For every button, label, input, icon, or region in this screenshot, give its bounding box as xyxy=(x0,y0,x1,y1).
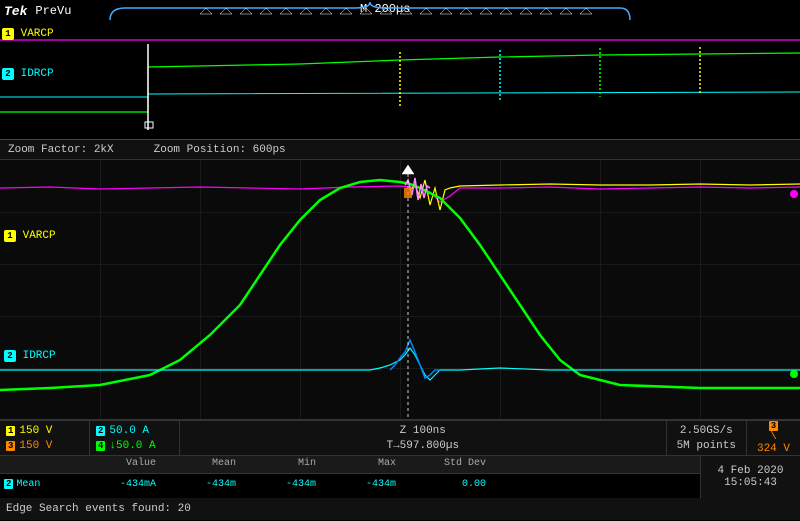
status-z-time: Z 100ns xyxy=(400,425,446,437)
status-left-channels: 1 150 V 3 150 V xyxy=(0,421,90,455)
status-bar-full: 1 150 V 3 150 V 2 50.0 A 4 ↓50.0 A Z 100… xyxy=(0,420,800,456)
stats-header: Value Mean Min Max Std Dev xyxy=(0,456,700,474)
main-waveform-svg xyxy=(0,160,800,419)
status-points: 5M points xyxy=(677,440,736,452)
status-timing: Z 100ns T→597.800µs xyxy=(180,421,667,455)
overview-ch1-label: 1 VARCP xyxy=(2,28,54,40)
main-waveform-area: 1 VARCP 2 IDRCP xyxy=(0,160,800,420)
status-sample: 2.50GS/s 5M points xyxy=(667,421,747,455)
status-sample-rate: 2.50GS/s xyxy=(680,425,733,437)
s-ch3r-val: \ xyxy=(770,431,777,443)
stats-r1-min: -434m xyxy=(240,477,320,492)
overview-ch2-label: 2 IDRCP xyxy=(2,68,54,80)
overview-waveform xyxy=(0,22,800,130)
stats-table: Value Mean Min Max Std Dev 2 Mean -434mA… xyxy=(0,456,700,498)
status-ch3-right: 3 \ 324 V xyxy=(747,421,800,455)
s-ch1-volt: 150 V xyxy=(19,425,52,437)
s-ch1-num: 1 xyxy=(6,426,15,436)
stats-r1-max: -434m xyxy=(320,477,400,492)
zoom-position: Zoom Position: 600ps xyxy=(154,144,286,156)
stats-col-stddev: Std Dev xyxy=(400,456,490,473)
stats-r1-stddev: 0.00 xyxy=(400,477,490,492)
ch1-indicator: 1 xyxy=(2,28,14,40)
edge-search-bar: Edge Search events found: 20 xyxy=(0,498,800,520)
main-ch2-label: 2 IDRCP xyxy=(4,350,56,362)
brace-svg xyxy=(100,0,640,22)
stats-r1-value: -434mA xyxy=(80,477,160,492)
status-right-channels: 2 50.0 A 4 ↓50.0 A xyxy=(90,421,180,455)
ch1-right-marker xyxy=(790,190,798,198)
edge-search-text: Edge Search events found: 20 xyxy=(6,503,191,515)
status-ch4-row: 4 ↓50.0 A xyxy=(96,440,173,452)
zoom-factor: Zoom Factor: 2kX xyxy=(8,144,114,156)
zoom-info-bar: Zoom Factor: 2kX Zoom Position: 600ps xyxy=(0,140,800,160)
ch2-right-marker xyxy=(790,370,798,378)
tek-logo: Tek xyxy=(4,4,27,19)
main-ch1-label: 1 VARCP xyxy=(4,230,56,242)
status-ch2-row: 2 50.0 A xyxy=(96,425,173,437)
stats-r1-mean: -434m xyxy=(160,477,240,492)
stats-col-mean: Mean xyxy=(160,456,240,473)
stats-col-value: Value xyxy=(80,456,160,473)
overview-section: Tek PreVu M 200µs xyxy=(0,0,800,140)
stats-col-max: Max xyxy=(320,456,400,473)
s-ch2-num: 2 xyxy=(96,426,105,436)
s-ch3r-volt: 324 V xyxy=(757,443,790,455)
status-t-time: T→597.800µs xyxy=(386,440,459,452)
s-ch2-volt: 50.0 A xyxy=(109,425,149,437)
s-ch3-num: 3 xyxy=(6,441,15,451)
status-ch3-row: 3 150 V xyxy=(6,440,83,452)
s-ch3r-num: 3 xyxy=(769,421,778,431)
status-ch1-row: 1 150 V xyxy=(6,425,83,437)
ch2-indicator: 2 xyxy=(2,68,14,80)
date-display: 4 Feb 2020 xyxy=(717,465,783,477)
stats-row-ch2: 2 Mean -434mA -434m -434m -434m 0.00 xyxy=(0,474,700,494)
main-ch1-indicator: 1 xyxy=(4,230,16,242)
s-ch4-num: 4 xyxy=(96,441,105,451)
stats-col-ch xyxy=(0,456,80,473)
stats-ch2-num: 2 xyxy=(4,479,13,489)
prevu-label: PreVu xyxy=(35,4,71,18)
time-display: 15:05:43 xyxy=(724,477,777,489)
s-ch3-volt: 150 V xyxy=(19,440,52,452)
stats-col-min: Min xyxy=(240,456,320,473)
s-ch4-volt: ↓50.0 A xyxy=(109,440,155,452)
stats-ch2-label: 2 Mean xyxy=(0,477,80,492)
datetime-box: 4 Feb 2020 15:05:43 xyxy=(700,456,800,498)
main-ch2-indicator: 2 xyxy=(4,350,16,362)
